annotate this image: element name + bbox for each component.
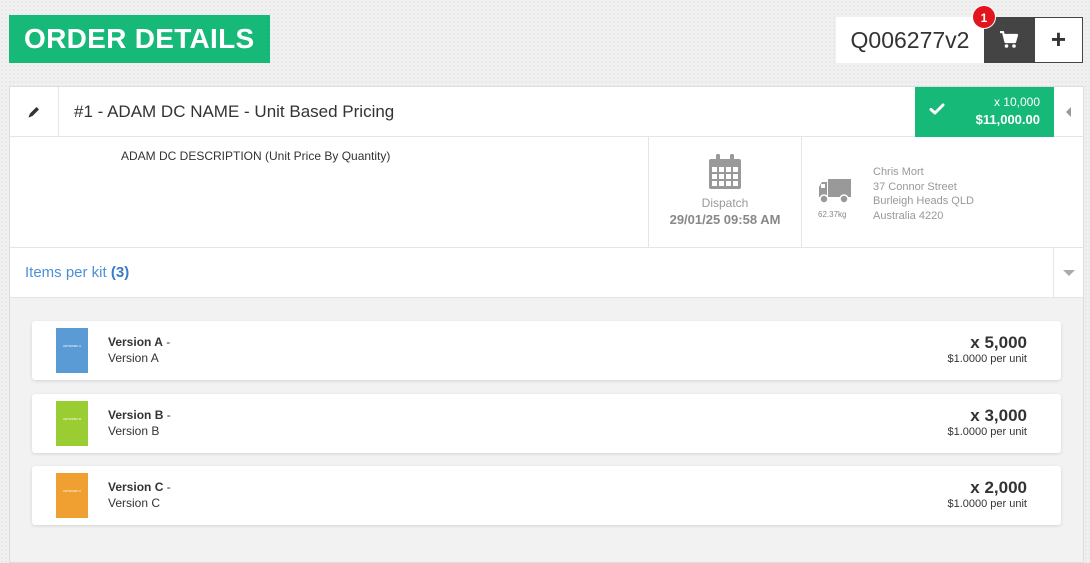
item-name-text: Version C bbox=[108, 480, 164, 494]
item-header: #1 - ADAM DC NAME - Unit Based Pricing x… bbox=[10, 87, 1083, 137]
item-name: Version A - bbox=[108, 335, 170, 349]
shipment-weight: 62.37kg bbox=[818, 210, 847, 219]
address-line: Chris Mort bbox=[873, 166, 924, 178]
item-title: #1 - ADAM DC NAME - Unit Based Pricing bbox=[74, 102, 395, 121]
edit-button[interactable] bbox=[10, 87, 59, 136]
item-subtitle: Version A bbox=[108, 351, 159, 365]
cart-icon bbox=[1000, 31, 1019, 48]
item-quantity: x 10,000 bbox=[993, 95, 1040, 109]
item-unit-price: $1.0000 per unit bbox=[947, 498, 1027, 510]
artwork-thumbnail[interactable]: ARTWORK C bbox=[56, 473, 88, 518]
order-item-panel: #1 - ADAM DC NAME - Unit Based Pricing x… bbox=[9, 86, 1084, 563]
delivery-address: Chris Mort 37 Connor Street Burleigh Hea… bbox=[873, 165, 974, 223]
caret-left-icon[interactable] bbox=[1065, 106, 1073, 118]
list-item: ARTWORK B Version B - Version B x 3,000 … bbox=[32, 394, 1061, 453]
kit-expand-button[interactable] bbox=[1053, 248, 1083, 297]
item-name-text: Version A bbox=[108, 335, 163, 349]
kit-label[interactable]: Items per kit (3) bbox=[25, 248, 129, 298]
item-subtitle: Version C bbox=[108, 496, 161, 510]
item-quantity: x 2,000 bbox=[970, 478, 1027, 497]
item-info: ADAM DC DESCRIPTION (Unit Price By Quant… bbox=[10, 137, 1083, 248]
kit-count: (3) bbox=[110, 264, 130, 281]
item-name: Version B - bbox=[108, 408, 171, 422]
artwork-thumbnail[interactable]: ARTWORK B bbox=[56, 401, 88, 446]
item-unit-price: $1.0000 per unit bbox=[947, 426, 1027, 438]
dispatch-info: Dispatch 29/01/25 09:58 AM bbox=[648, 137, 802, 247]
cart-count-badge: 1 bbox=[972, 5, 996, 29]
quantity-price-box[interactable]: x 10,000 $11,000.00 bbox=[915, 87, 1054, 137]
item-subtitle: Version B bbox=[108, 424, 160, 438]
address-line: Burleigh Heads QLD bbox=[873, 195, 974, 207]
thumbnail-label: ARTWORK C bbox=[62, 489, 82, 493]
page-title: ORDER DETAILS bbox=[9, 15, 270, 63]
item-unit-price: $1.0000 per unit bbox=[947, 353, 1027, 365]
add-button[interactable]: + bbox=[1034, 17, 1083, 63]
thumbnail-label: ARTWORK B bbox=[62, 417, 82, 421]
check-icon bbox=[929, 103, 945, 115]
thumbnail-label: ARTWORK A bbox=[63, 344, 81, 348]
address-line: Australia 4220 bbox=[873, 209, 944, 222]
list-item: ARTWORK C Version C - Version C x 2,000 … bbox=[32, 466, 1061, 525]
quote-reference: Q006277v2 bbox=[836, 17, 984, 63]
kit-items-list: ARTWORK A Version A - Version A x 5,000 … bbox=[10, 298, 1083, 562]
item-quantity: x 3,000 bbox=[970, 406, 1027, 425]
truck-icon bbox=[819, 179, 851, 204]
item-quantity: x 5,000 bbox=[970, 333, 1027, 352]
item-name-suffix: - bbox=[163, 480, 171, 494]
item-name-text: Version B bbox=[108, 408, 164, 422]
artwork-thumbnail[interactable]: ARTWORK A bbox=[56, 328, 88, 373]
item-price: $11,000.00 bbox=[975, 112, 1040, 127]
item-name-suffix: - bbox=[162, 335, 171, 349]
item-name: Version C - bbox=[108, 480, 171, 494]
items-per-kit-toggle[interactable]: Items per kit (3) bbox=[10, 248, 1083, 298]
calendar-icon bbox=[709, 154, 741, 189]
item-description: ADAM DC DESCRIPTION (Unit Price By Quant… bbox=[121, 149, 391, 163]
address-line: 37 Connor Street bbox=[873, 180, 957, 193]
list-item: ARTWORK A Version A - Version A x 5,000 … bbox=[32, 321, 1061, 380]
dispatch-label: Dispatch bbox=[701, 196, 749, 210]
item-name-suffix: - bbox=[163, 408, 171, 422]
dispatch-date: 29/01/25 09:58 AM bbox=[669, 212, 781, 227]
pencil-icon bbox=[28, 106, 39, 117]
kit-label-text: Items per kit bbox=[25, 264, 107, 281]
chevron-down-icon bbox=[1063, 270, 1075, 276]
